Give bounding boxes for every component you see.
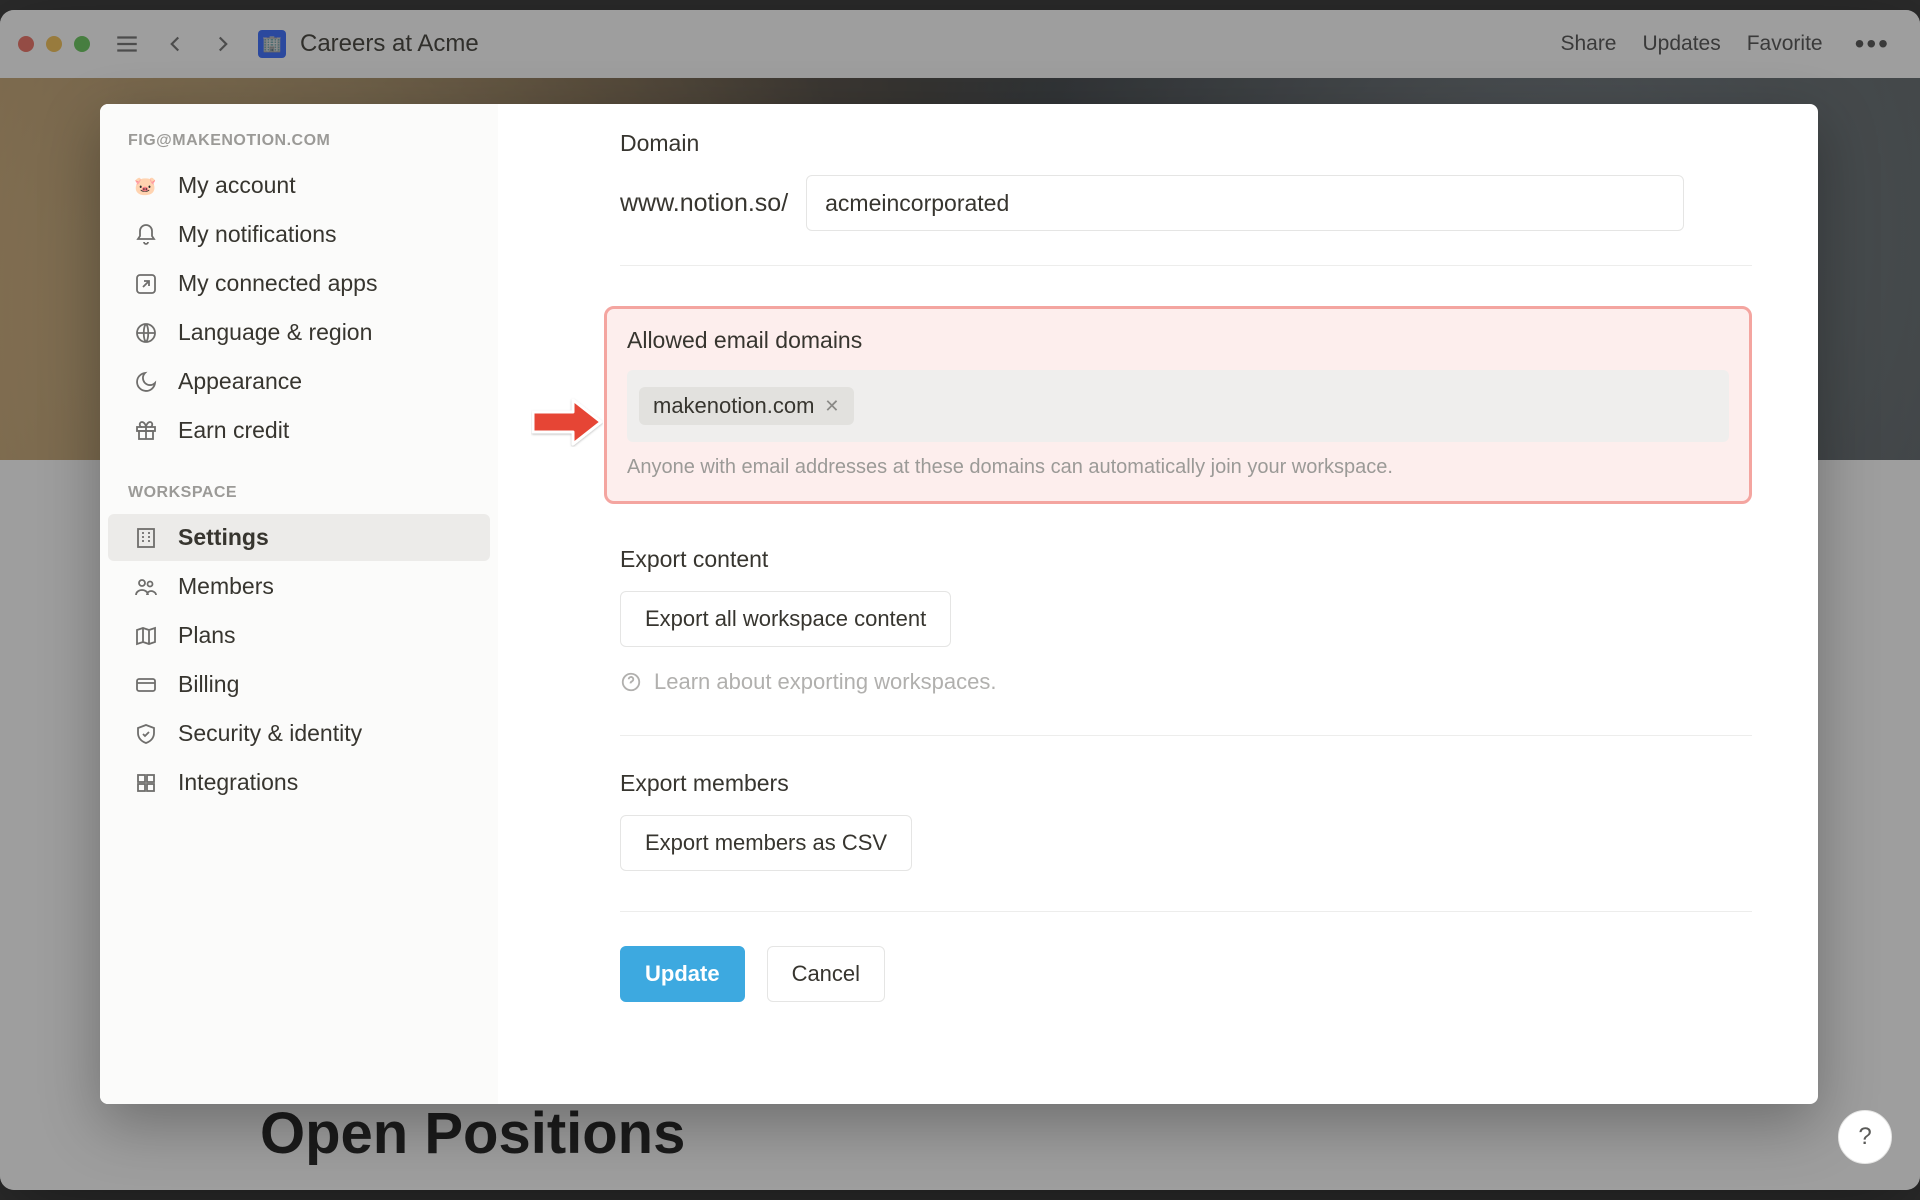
export-content-section: Export content Export all workspace cont… bbox=[620, 546, 1752, 695]
sidebar-item-settings[interactable]: Settings bbox=[108, 514, 490, 561]
sidebar-item-members[interactable]: Members bbox=[108, 563, 490, 610]
modal-footer: Update Cancel bbox=[620, 946, 1752, 1002]
app-window: 🏢 Careers at Acme Share Updates Favorite… bbox=[0, 10, 1920, 1190]
sidebar-item-label: Plans bbox=[178, 622, 236, 649]
sidebar-item-label: Settings bbox=[178, 524, 269, 551]
domain-prefix: www.notion.so/ bbox=[620, 189, 788, 218]
building-icon bbox=[132, 526, 160, 550]
export-members-section: Export members Export members as CSV bbox=[620, 770, 1752, 871]
divider bbox=[620, 735, 1752, 736]
moon-icon bbox=[132, 370, 160, 394]
card-icon bbox=[132, 673, 160, 697]
map-icon bbox=[132, 624, 160, 648]
help-icon bbox=[620, 671, 642, 693]
sidebar-item-label: Billing bbox=[178, 671, 239, 698]
sidebar-item-my-notifications[interactable]: My notifications bbox=[108, 211, 490, 258]
sidebar-item-connected-apps[interactable]: My connected apps bbox=[108, 260, 490, 307]
sidebar-item-appearance[interactable]: Appearance bbox=[108, 358, 490, 405]
modal-content: Domain www.notion.so/ Allowed email doma… bbox=[498, 104, 1818, 1104]
modal-sidebar: FIG@MAKENOTION.COM 🐷 My account My notif… bbox=[100, 104, 498, 1104]
sidebar-item-billing[interactable]: Billing bbox=[108, 661, 490, 708]
domain-chip[interactable]: makenotion.com ✕ bbox=[639, 387, 854, 425]
sidebar-item-my-account[interactable]: 🐷 My account bbox=[108, 162, 490, 209]
export-content-title: Export content bbox=[620, 546, 1752, 573]
sidebar-item-language-region[interactable]: Language & region bbox=[108, 309, 490, 356]
people-icon bbox=[132, 575, 160, 599]
export-content-button[interactable]: Export all workspace content bbox=[620, 591, 951, 647]
domain-input[interactable] bbox=[806, 175, 1684, 231]
allowed-domains-title: Allowed email domains bbox=[627, 327, 1729, 354]
allowed-domains-helper: Anyone with email addresses at these dom… bbox=[627, 456, 1729, 479]
learn-exporting-label: Learn about exporting workspaces. bbox=[654, 669, 996, 695]
domain-chip-label: makenotion.com bbox=[653, 393, 814, 419]
sidebar-item-security[interactable]: Security & identity bbox=[108, 710, 490, 757]
help-bubble[interactable]: ? bbox=[1838, 1110, 1892, 1164]
sidebar-item-label: My connected apps bbox=[178, 270, 377, 297]
avatar-icon: 🐷 bbox=[132, 174, 160, 198]
allowed-domains-highlight: Allowed email domains makenotion.com ✕ A… bbox=[604, 306, 1752, 504]
sidebar-item-label: My account bbox=[178, 172, 296, 199]
sidebar-item-label: Language & region bbox=[178, 319, 372, 346]
export-members-button[interactable]: Export members as CSV bbox=[620, 815, 912, 871]
svg-text:🐷: 🐷 bbox=[134, 176, 156, 196]
link-out-icon bbox=[132, 272, 160, 296]
divider bbox=[620, 265, 1752, 266]
sidebar-item-label: My notifications bbox=[178, 221, 337, 248]
gift-icon bbox=[132, 419, 160, 443]
update-button[interactable]: Update bbox=[620, 946, 745, 1002]
sidebar-account-label: FIG@MAKENOTION.COM bbox=[100, 126, 498, 160]
sidebar-item-label: Members bbox=[178, 573, 274, 600]
grid-icon bbox=[132, 771, 160, 795]
bell-icon bbox=[132, 223, 160, 247]
settings-modal: FIG@MAKENOTION.COM 🐷 My account My notif… bbox=[100, 104, 1818, 1104]
cancel-button[interactable]: Cancel bbox=[767, 946, 885, 1002]
allowed-domains-input[interactable]: makenotion.com ✕ bbox=[627, 370, 1729, 442]
export-members-title: Export members bbox=[620, 770, 1752, 797]
sidebar-item-earn-credit[interactable]: Earn credit bbox=[108, 407, 490, 454]
domain-section: Domain www.notion.so/ bbox=[620, 130, 1752, 266]
sidebar-item-label: Appearance bbox=[178, 368, 302, 395]
sidebar-item-label: Security & identity bbox=[178, 720, 362, 747]
shield-icon bbox=[132, 722, 160, 746]
sidebar-item-label: Earn credit bbox=[178, 417, 289, 444]
domain-title: Domain bbox=[620, 130, 1752, 157]
sidebar-item-integrations[interactable]: Integrations bbox=[108, 759, 490, 806]
callout-arrow-icon bbox=[531, 397, 603, 447]
sidebar-item-plans[interactable]: Plans bbox=[108, 612, 490, 659]
divider bbox=[620, 911, 1752, 912]
sidebar-workspace-label: WORKSPACE bbox=[100, 478, 498, 512]
remove-chip-icon[interactable]: ✕ bbox=[824, 396, 839, 417]
sidebar-item-label: Integrations bbox=[178, 769, 298, 796]
globe-icon bbox=[132, 321, 160, 345]
learn-exporting-link[interactable]: Learn about exporting workspaces. bbox=[620, 669, 1752, 695]
